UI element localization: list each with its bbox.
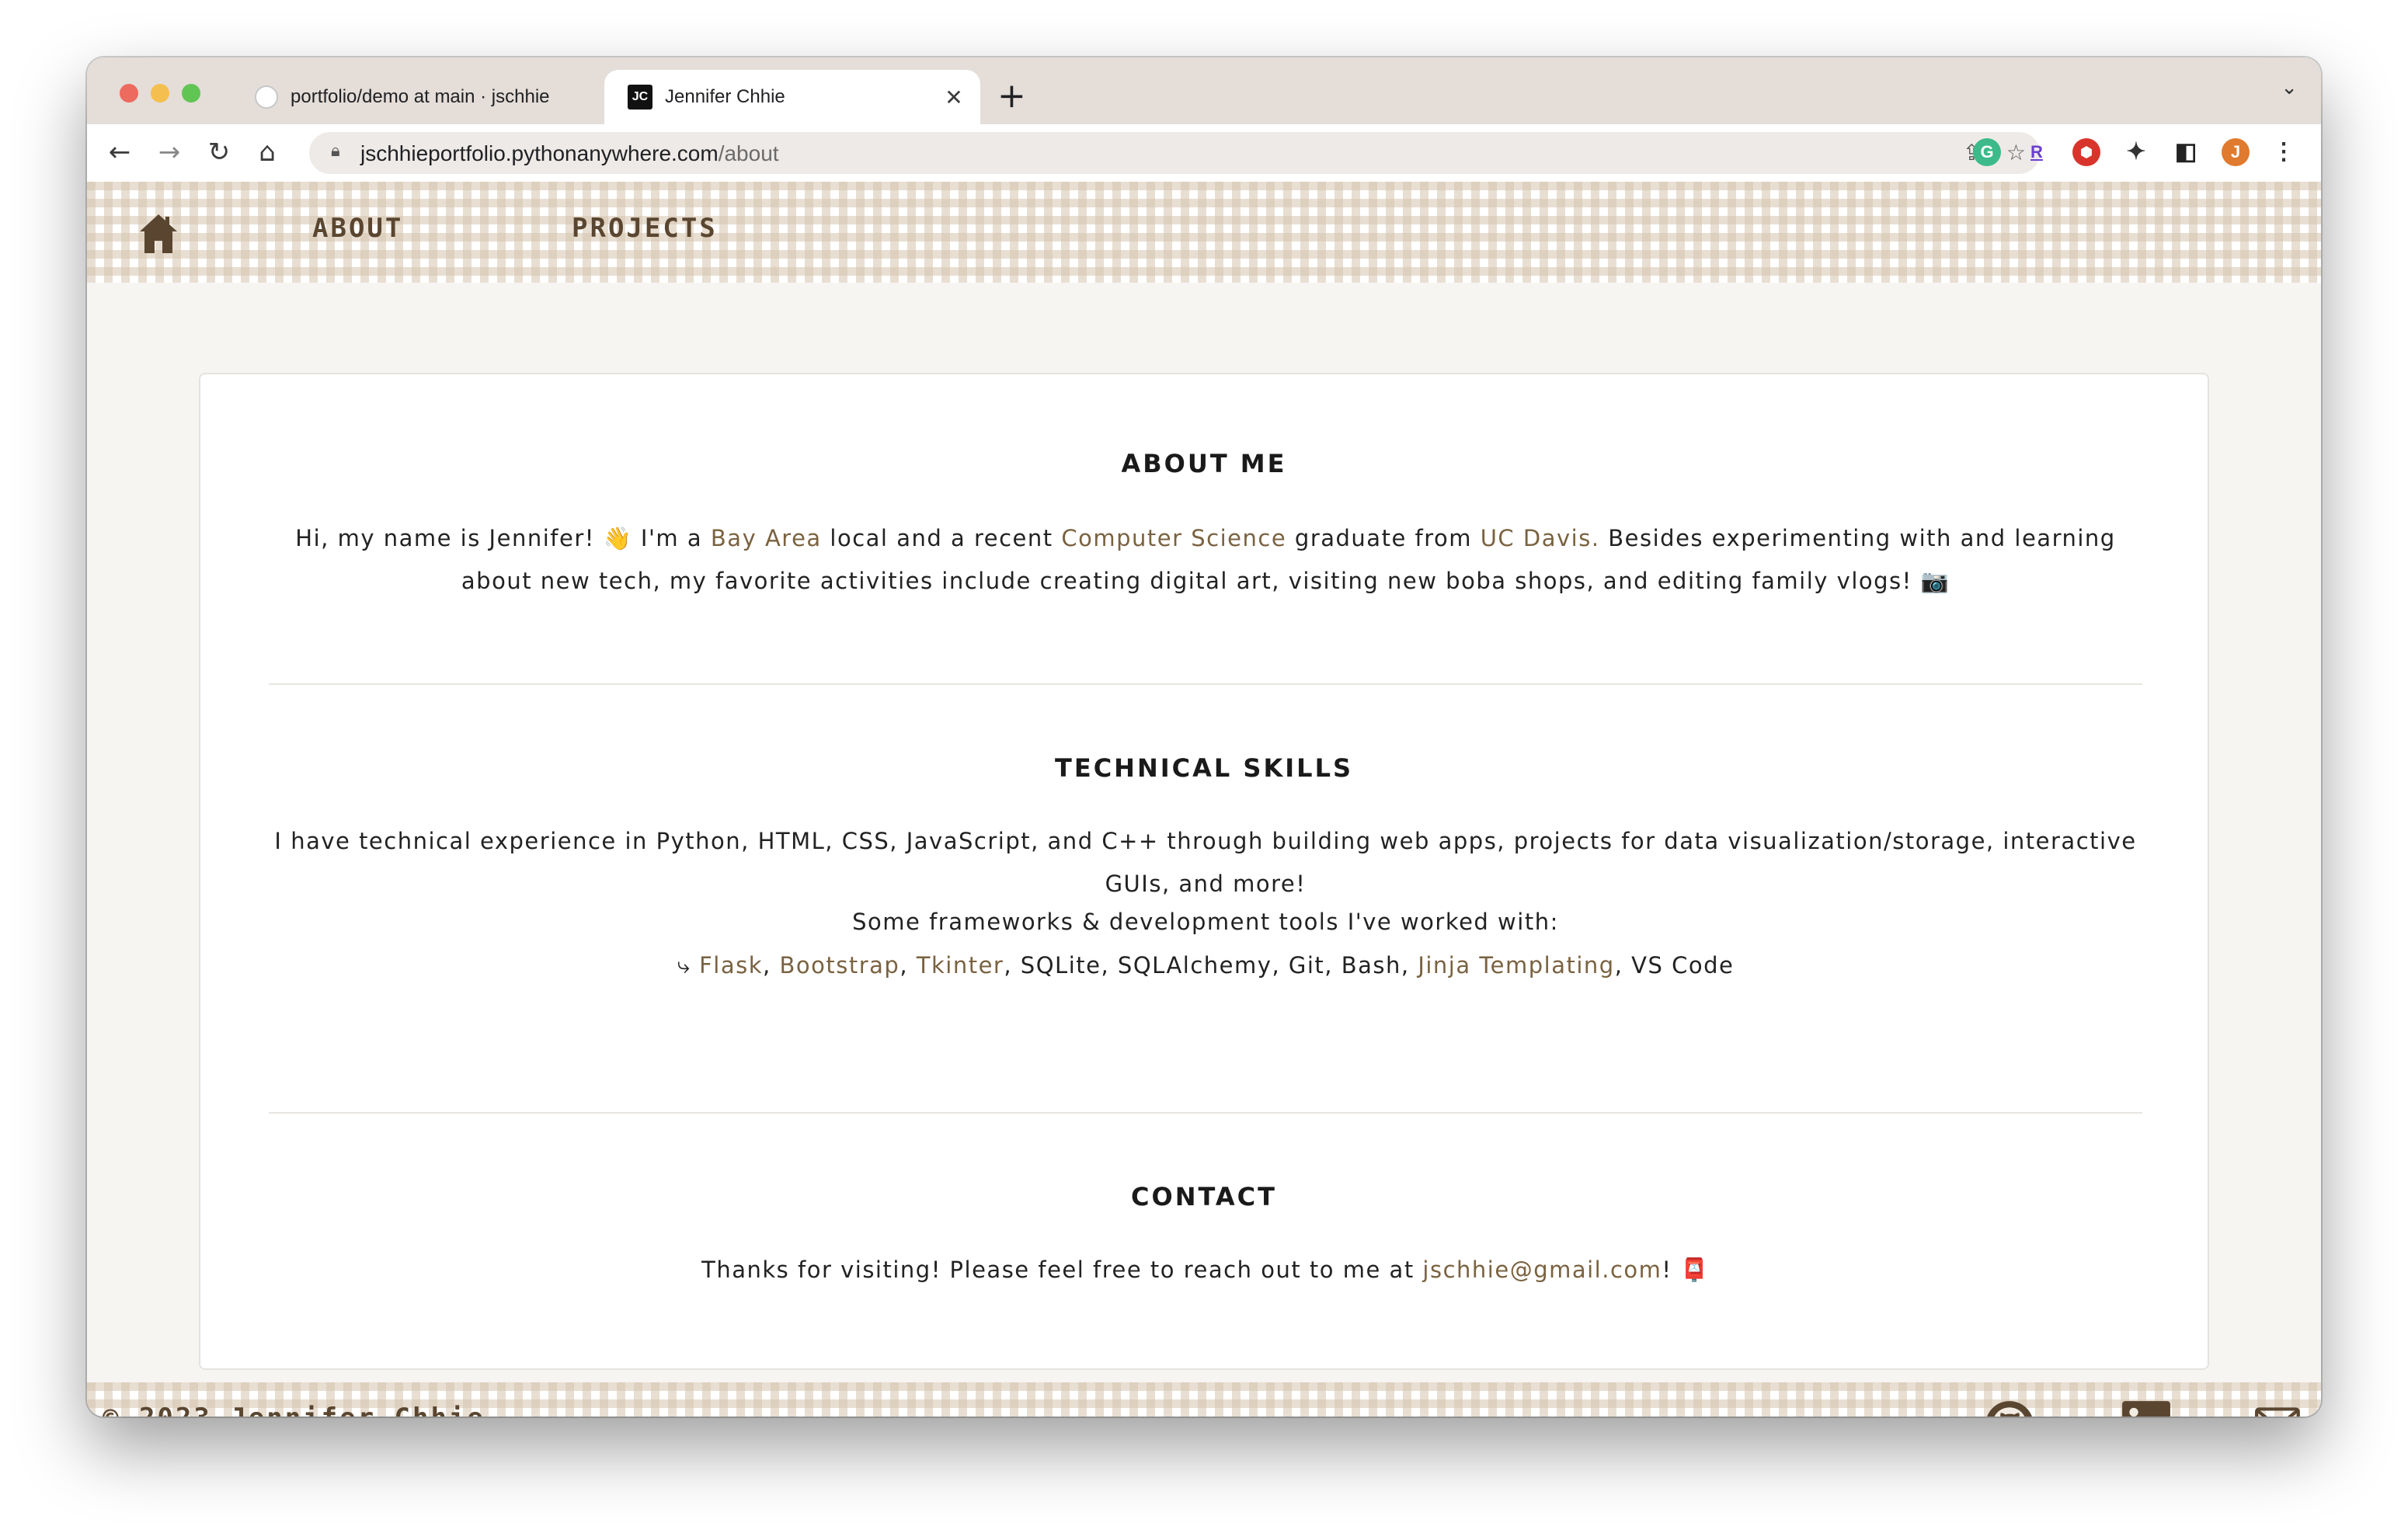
browser-window: portfolio/demo at main · jschhie ✕ JC Je… <box>87 57 2321 1417</box>
skills-paragraph: I have technical experience in Python, H… <box>274 828 2137 897</box>
copyright-text: © 2023 Jennifer Chhie <box>103 1403 485 1417</box>
nav-link-projects[interactable]: PROJECTS <box>572 213 718 244</box>
tools-container: Flask, Bootstrap, Tkinter, SQLite, SQLAl… <box>699 952 1735 979</box>
nav-link-about[interactable]: ABOUT <box>312 213 403 244</box>
tool-item[interactable]: Flask <box>699 952 763 979</box>
extensions-puzzle-icon[interactable]: ✦ <box>2122 138 2150 166</box>
adblock-extension-icon[interactable]: ⬢ <box>2072 138 2100 166</box>
url-text: jschhieportfolio.pythonanywhere.com/abou… <box>360 141 779 166</box>
tools-intro: Some frameworks & development tools I've… <box>852 909 1559 935</box>
tab-search-chevron-icon[interactable]: ⌄ <box>2281 76 2298 99</box>
reload-icon[interactable]: ↻ <box>202 135 236 169</box>
url-host: jschhieportfolio.pythonanywhere.com <box>360 141 719 165</box>
browser-toolbar: ← → ↻ ⌂ 🔒︎ jschhieportfolio.pythonanywhe… <box>87 124 2321 182</box>
tab-jennifer-chhie[interactable]: JC Jennifer Chhie ✕ <box>604 70 980 124</box>
profile-avatar[interactable]: J <box>2222 138 2250 166</box>
address-bar[interactable]: 🔒︎ jschhieportfolio.pythonanywhere.com/a… <box>309 132 2040 174</box>
close-window-button[interactable] <box>120 84 138 103</box>
contact-text: ! 📮 <box>1662 1257 1710 1283</box>
tab-title: portfolio/demo at main · jschhie <box>291 86 550 107</box>
home-icon[interactable] <box>138 213 179 255</box>
tool-item[interactable]: Tkinter <box>917 952 1004 979</box>
skills-title: TECHNICAL SKILLS <box>1055 753 1353 783</box>
tool-item: SQLAlchemy <box>1117 952 1272 979</box>
contact-text: Thanks for visiting! Please feel free to… <box>701 1257 1423 1283</box>
linkedin-icon[interactable] <box>2121 1399 2172 1417</box>
back-icon[interactable]: ← <box>103 135 137 169</box>
tool-item[interactable]: Jinja Templating <box>1418 952 1614 979</box>
github-favicon-icon <box>255 85 278 109</box>
side-panel-icon[interactable]: ◧ <box>2172 138 2200 166</box>
section-divider <box>269 1112 2142 1114</box>
home-button-icon[interactable]: ⌂ <box>250 135 284 169</box>
content-card: ABOUT ME Hi, my name is Jennifer! 👋 I'm … <box>199 373 2209 1370</box>
tool-item[interactable]: Bootstrap <box>779 952 900 979</box>
contact-title: CONTACT <box>1131 1182 1277 1211</box>
tool-item: Git <box>1288 952 1325 979</box>
about-text: Hi, my name is Jennifer! 👋 I'm a <box>295 525 711 551</box>
close-tab-icon[interactable]: ✕ <box>938 85 969 110</box>
tab-title: Jennifer Chhie <box>665 86 785 107</box>
jc-favicon-icon: JC <box>628 85 652 110</box>
contact-paragraph: Thanks for visiting! Please feel free to… <box>270 1249 2141 1291</box>
site-footer: © 2023 Jennifer Chhie @ <box>87 1382 2321 1417</box>
bay-area-link[interactable]: Bay Area <box>711 525 822 551</box>
about-paragraph: Hi, my name is Jennifer! 👋 I'm a Bay Are… <box>270 517 2141 603</box>
grammarly-extension-icon[interactable]: G <box>1973 138 2001 166</box>
site-navbar: ABOUT PROJECTS <box>87 182 2321 283</box>
website: ABOUT PROJECTS ABOUT ME Hi, my name is J… <box>87 182 2321 1417</box>
tool-item: Bash <box>1341 952 1401 979</box>
maximize-window-button[interactable] <box>182 84 200 103</box>
email-icon[interactable]: @ <box>2254 1399 2305 1417</box>
tool-item: VS Code <box>1631 952 1735 979</box>
browser-menu-icon[interactable]: ⋮ <box>2270 138 2298 166</box>
uc-davis-link[interactable]: UC Davis. <box>1481 525 1600 551</box>
computer-science-link[interactable]: Computer Science <box>1061 525 1286 551</box>
about-text: local and a recent <box>821 525 1062 551</box>
tool-item: SQLite <box>1020 952 1101 979</box>
lock-icon: 🔒︎ <box>331 141 340 161</box>
email-link[interactable]: jschhie@gmail.com <box>1422 1257 1662 1283</box>
tools-list: ⤷ Flask, Bootstrap, Tkinter, SQLite, SQL… <box>270 944 2141 987</box>
github-icon[interactable] <box>1984 1399 2035 1417</box>
tab-strip: portfolio/demo at main · jschhie ✕ JC Je… <box>87 57 2321 124</box>
arrow-icon: ⤷ <box>677 952 691 979</box>
new-tab-button[interactable]: + <box>997 75 1026 118</box>
about-title: ABOUT ME <box>1121 449 1287 478</box>
section-divider <box>269 683 2142 685</box>
minimize-window-button[interactable] <box>151 84 169 103</box>
url-path: /about <box>718 141 779 165</box>
about-text: graduate from <box>1286 525 1481 551</box>
forward-icon[interactable]: → <box>152 135 186 169</box>
r-extension-icon[interactable]: R <box>2023 138 2051 166</box>
